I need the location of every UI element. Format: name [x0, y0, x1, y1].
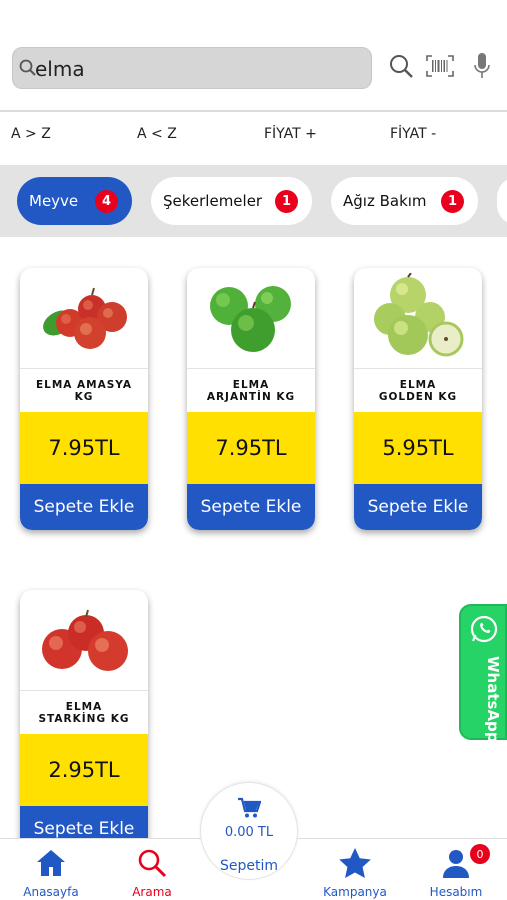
product-price: 2.95TL: [20, 734, 148, 806]
add-to-cart-button[interactable]: Sepete Ekle: [187, 484, 315, 530]
cart-total: 0.00 TL: [224, 825, 274, 840]
sort-price-desc[interactable]: FİYAT -: [390, 126, 436, 142]
category-chip-agiz-bakim[interactable]: Ağız Bakım 1: [331, 177, 478, 225]
whatsapp-label: WhatsApp: [484, 656, 502, 743]
barcode-icon: [426, 55, 454, 77]
product-price: 5.95TL: [354, 412, 482, 484]
category-chip-more[interactable]: [497, 177, 507, 225]
red-apples-icon: [20, 268, 148, 368]
product-name: ELMA ARJANTİN KG: [187, 368, 315, 412]
sort-row: A > Z A < Z FİYAT + FİYAT -: [0, 124, 507, 148]
account-badge: 0: [470, 844, 490, 864]
product-card[interactable]: ELMA AMASYA KG 7.95TL Sepete Ekle: [20, 268, 148, 530]
starking-apples-icon: [20, 590, 148, 690]
green-apples-icon: [187, 268, 315, 368]
product-price: 7.95TL: [187, 412, 315, 484]
nav-campaign-label: Kampanya: [323, 885, 387, 899]
search-icon: [138, 849, 167, 878]
category-count-badge: 1: [441, 190, 464, 213]
nav-search[interactable]: Arama: [112, 845, 192, 900]
search-box[interactable]: [12, 47, 372, 89]
category-bar: Meyve 4 Şekerlemeler 1 Ağız Bakım 1: [0, 165, 507, 237]
divider: [0, 110, 507, 112]
nav-home-label: Anasayfa: [23, 885, 79, 899]
product-name: ELMA GOLDEN KG: [354, 368, 482, 412]
category-chip-meyve[interactable]: Meyve 4: [17, 177, 132, 225]
star-icon: [339, 848, 371, 878]
search-icon: [390, 55, 413, 78]
category-chip-sekerlemeler[interactable]: Şekerlemeler 1: [151, 177, 312, 225]
search-button[interactable]: [386, 50, 416, 82]
nav-campaign[interactable]: Kampanya: [315, 845, 395, 900]
whatsapp-icon: [470, 615, 498, 643]
whatsapp-button[interactable]: WhatsApp: [459, 604, 507, 743]
cart-icon: [238, 797, 261, 818]
voice-search-button[interactable]: [467, 50, 497, 82]
nav-home[interactable]: Anasayfa: [11, 845, 91, 900]
cart-button[interactable]: 0.00 TL Sepetim: [200, 782, 298, 880]
nav-account-label: Hesabım: [429, 885, 483, 899]
user-icon: [443, 850, 469, 878]
category-label: Şekerlemeler: [163, 192, 263, 210]
search-input[interactable]: [35, 54, 355, 84]
product-card[interactable]: ELMA STARKİNG KG 2.95TL Sepete Ekle: [20, 590, 148, 852]
product-card[interactable]: ELMA ARJANTİN KG 7.95TL Sepete Ekle: [187, 268, 315, 530]
product-name: ELMA STARKİNG KG: [20, 690, 148, 734]
sort-a-z[interactable]: A > Z: [11, 126, 51, 142]
home-icon: [37, 850, 65, 876]
sort-z-a[interactable]: A < Z: [137, 126, 177, 142]
nav-search-label: Arama: [132, 885, 172, 899]
microphone-icon: [474, 53, 490, 78]
product-price: 7.95TL: [20, 412, 148, 484]
cart-label: Sepetim: [219, 858, 279, 874]
category-count-badge: 4: [95, 190, 118, 213]
product-card[interactable]: ELMA GOLDEN KG 5.95TL Sepete Ekle: [354, 268, 482, 530]
category-count-badge: 1: [275, 190, 298, 213]
barcode-button[interactable]: [425, 50, 455, 82]
golden-apples-icon: [354, 268, 482, 368]
category-label: Ağız Bakım: [343, 192, 427, 210]
add-to-cart-button[interactable]: Sepete Ekle: [20, 484, 148, 530]
search-row: [12, 46, 495, 90]
sort-price-asc[interactable]: FİYAT +: [264, 126, 317, 142]
category-label: Meyve: [29, 192, 79, 210]
product-name: ELMA AMASYA KG: [20, 368, 148, 412]
add-to-cart-button[interactable]: Sepete Ekle: [354, 484, 482, 530]
